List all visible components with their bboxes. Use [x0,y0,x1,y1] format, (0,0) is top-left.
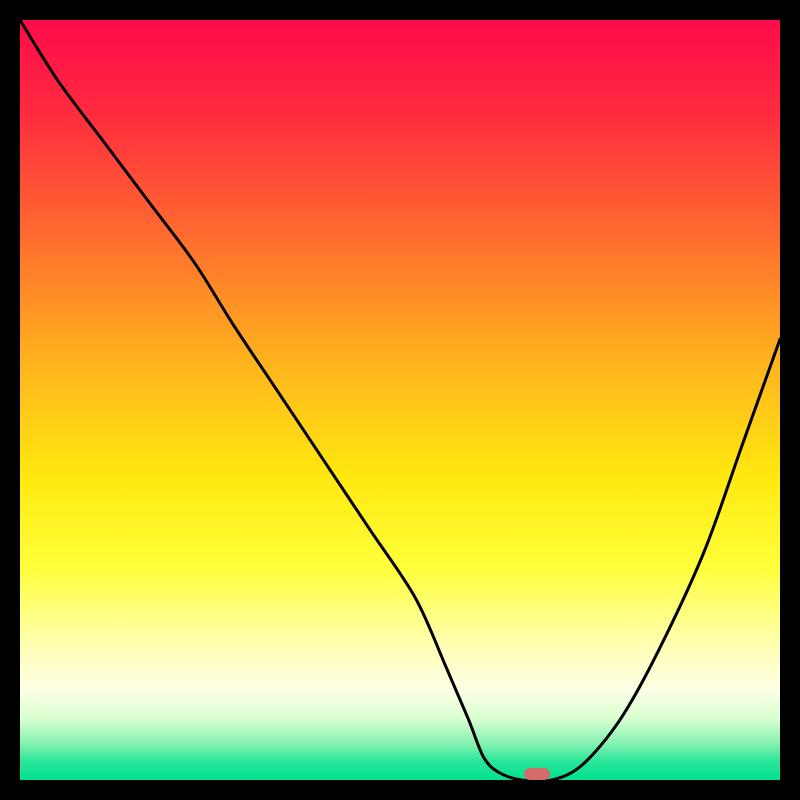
chart-frame: TheBottleneck.com [20,20,780,780]
optimal-point-marker [524,768,550,780]
bottleneck-curve [20,20,780,780]
